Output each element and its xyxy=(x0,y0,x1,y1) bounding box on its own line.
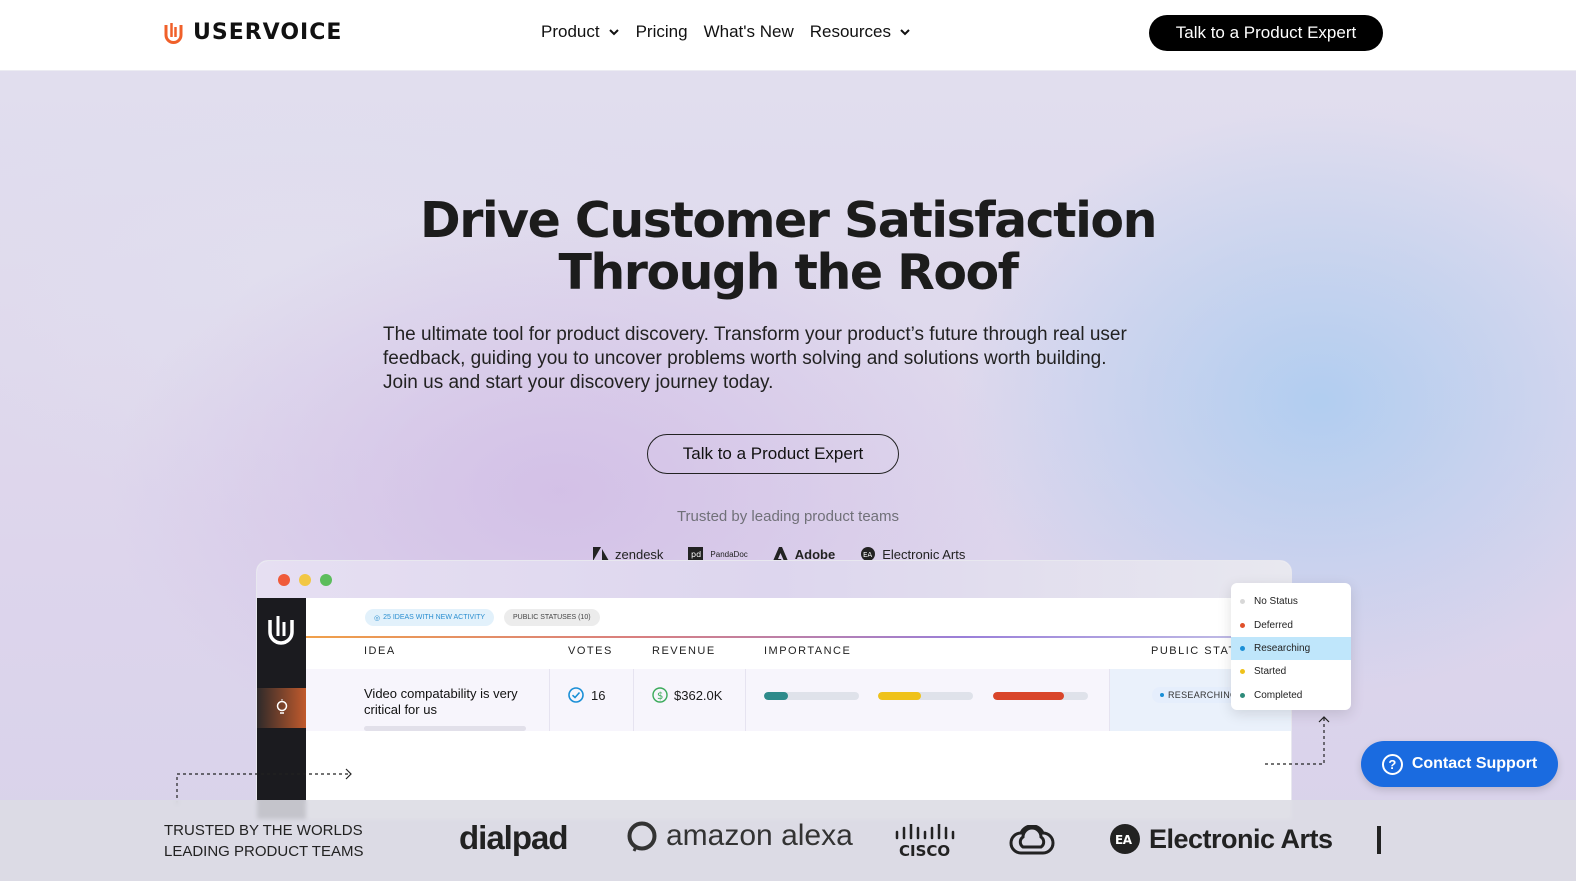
status-option-researching[interactable]: Researching xyxy=(1231,636,1351,661)
brand-name: USERVOICE xyxy=(193,20,343,45)
status-dot-icon xyxy=(1240,599,1245,605)
nav-whats-new-label: What's New xyxy=(703,22,794,41)
public-statuses-label: PUBLIC STATUSES (10) xyxy=(513,614,591,621)
importance-fill-2 xyxy=(878,692,921,700)
dialpad-logo: dialpad xyxy=(459,819,569,856)
ideas-activity-label: 25 IDEAS WITH NEW ACTIVITY xyxy=(383,614,486,621)
cisco-logo: CISCO xyxy=(893,824,957,858)
col-importance: IMPORTANCE xyxy=(764,645,852,657)
alexa-ring-icon xyxy=(627,821,657,852)
importance-bar-1 xyxy=(764,692,859,700)
alexa-text: amazon alexa xyxy=(666,819,853,852)
nav-whats-new[interactable]: What's New xyxy=(704,22,794,42)
status-option-deferred[interactable]: Deferred xyxy=(1231,613,1351,636)
cisco-bars-icon: CISCO xyxy=(895,824,955,858)
nav-resources[interactable]: Resources xyxy=(810,22,911,42)
band-title: TRUSTED BY THE WORLDS LEADING PRODUCT TE… xyxy=(164,820,363,862)
filter-pills: ◎ 25 IDEAS WITH NEW ACTIVITY PUBLIC STAT… xyxy=(365,609,600,626)
hero-title-line2: Through the Roof xyxy=(558,244,1019,301)
status-dropdown: No Status Deferred Researching Started C… xyxy=(1231,583,1351,710)
gradient-divider xyxy=(306,636,1291,638)
creative-cloud-logo xyxy=(1009,825,1055,857)
importance-bar-2 xyxy=(878,692,973,700)
importance-fill-3 xyxy=(993,692,1065,700)
status-dot-icon xyxy=(1240,692,1245,698)
status-dot-icon xyxy=(1160,693,1164,697)
uservoice-logo-icon xyxy=(164,22,183,44)
pandadoc-text: PandaDoc xyxy=(710,549,748,559)
importance-bar-3 xyxy=(993,692,1088,700)
connector-lines xyxy=(176,716,1330,804)
amazon-alexa-logo: amazon alexa xyxy=(626,819,853,853)
votes-count: 16 xyxy=(591,687,606,703)
status-badge-label: RESEARCHING xyxy=(1168,690,1238,700)
revenue-amount: $362.0K xyxy=(674,687,723,703)
status-option-completed[interactable]: Completed xyxy=(1231,684,1351,707)
col-revenue: REVENUE xyxy=(652,645,716,657)
ideas-activity-pill[interactable]: ◎ 25 IDEAS WITH NEW ACTIVITY xyxy=(365,609,495,626)
close-dot-icon xyxy=(278,573,290,586)
status-option-label: Deferred xyxy=(1254,619,1293,631)
talk-to-expert-button[interactable]: Talk to a Product Expert xyxy=(1149,15,1383,51)
revenue-value: $ $362.0K xyxy=(652,687,722,703)
question-icon: ? xyxy=(1381,753,1403,775)
check-circle-icon: ◎ xyxy=(374,614,381,622)
trusted-label: Trusted by leading product teams xyxy=(676,508,900,525)
nav-links: Product Pricing What's New Resources xyxy=(541,22,911,42)
status-option-label: No Status xyxy=(1254,596,1298,608)
public-statuses-pill[interactable]: PUBLIC STATUSES (10) xyxy=(504,609,600,626)
svg-text:pd: pd xyxy=(691,550,701,559)
top-nav: USERVOICE Product Pricing What's New Res… xyxy=(0,0,1576,71)
creative-cloud-icon xyxy=(1009,825,1055,855)
trusted-band: TRUSTED BY THE WORLDS LEADING PRODUCT TE… xyxy=(0,800,1576,881)
check-circle-icon xyxy=(568,687,584,703)
ea-icon: EA xyxy=(1110,824,1140,854)
nav-resources-label: Resources xyxy=(809,22,891,41)
band-title-line2: LEADING PRODUCT TEAMS xyxy=(164,843,364,860)
svg-text:EA: EA xyxy=(1115,833,1133,847)
svg-text:EA: EA xyxy=(863,551,872,559)
status-option-no-status[interactable]: No Status xyxy=(1231,590,1351,613)
electronic-arts-logo: EA Electronic Arts xyxy=(1109,823,1333,855)
minimize-dot-icon xyxy=(299,573,311,586)
nav-product-label: Product xyxy=(541,22,600,41)
svg-text:$: $ xyxy=(657,691,663,702)
cisco-text: CISCO xyxy=(899,842,950,858)
band-title-line1: TRUSTED BY THE WORLDS xyxy=(164,822,363,839)
dollar-circle-icon: $ xyxy=(652,687,668,703)
status-dot-icon xyxy=(1240,645,1245,651)
status-option-label: Completed xyxy=(1254,689,1303,701)
hero-talk-to-expert-button[interactable]: Talk to a Product Expert xyxy=(647,434,899,474)
nav-pricing-label: Pricing xyxy=(635,22,688,41)
contact-support-button[interactable]: ? Contact Support xyxy=(1361,741,1558,787)
uservoice-logo[interactable]: USERVOICE xyxy=(164,20,342,45)
status-option-started[interactable]: Started xyxy=(1231,660,1351,683)
nav-product[interactable]: Product xyxy=(541,22,620,42)
window-titlebar xyxy=(257,561,1291,598)
status-option-label: Researching xyxy=(1254,642,1311,654)
chevron-down-icon xyxy=(608,29,619,36)
status-dot-icon xyxy=(1240,669,1245,675)
uservoice-app-logo-icon xyxy=(268,616,294,645)
col-votes: VOTES xyxy=(568,645,613,657)
nav-pricing[interactable]: Pricing xyxy=(636,22,688,42)
col-idea: IDEA xyxy=(364,645,396,657)
contact-support-label: Contact Support xyxy=(1411,755,1538,772)
maximize-dot-icon xyxy=(320,573,332,586)
status-option-label: Started xyxy=(1254,666,1287,678)
votes-value: 16 xyxy=(568,687,605,703)
hero-subtitle: The ultimate tool for product discovery.… xyxy=(383,324,1127,393)
ea-band-text: Electronic Arts xyxy=(1149,823,1333,854)
hero-title-line1: Drive Customer Satisfaction xyxy=(420,192,1157,249)
carousel-next-logo-partial xyxy=(1377,826,1381,854)
importance-fill-1 xyxy=(764,692,788,700)
status-dot-icon xyxy=(1240,622,1245,628)
chevron-down-icon xyxy=(900,29,910,36)
